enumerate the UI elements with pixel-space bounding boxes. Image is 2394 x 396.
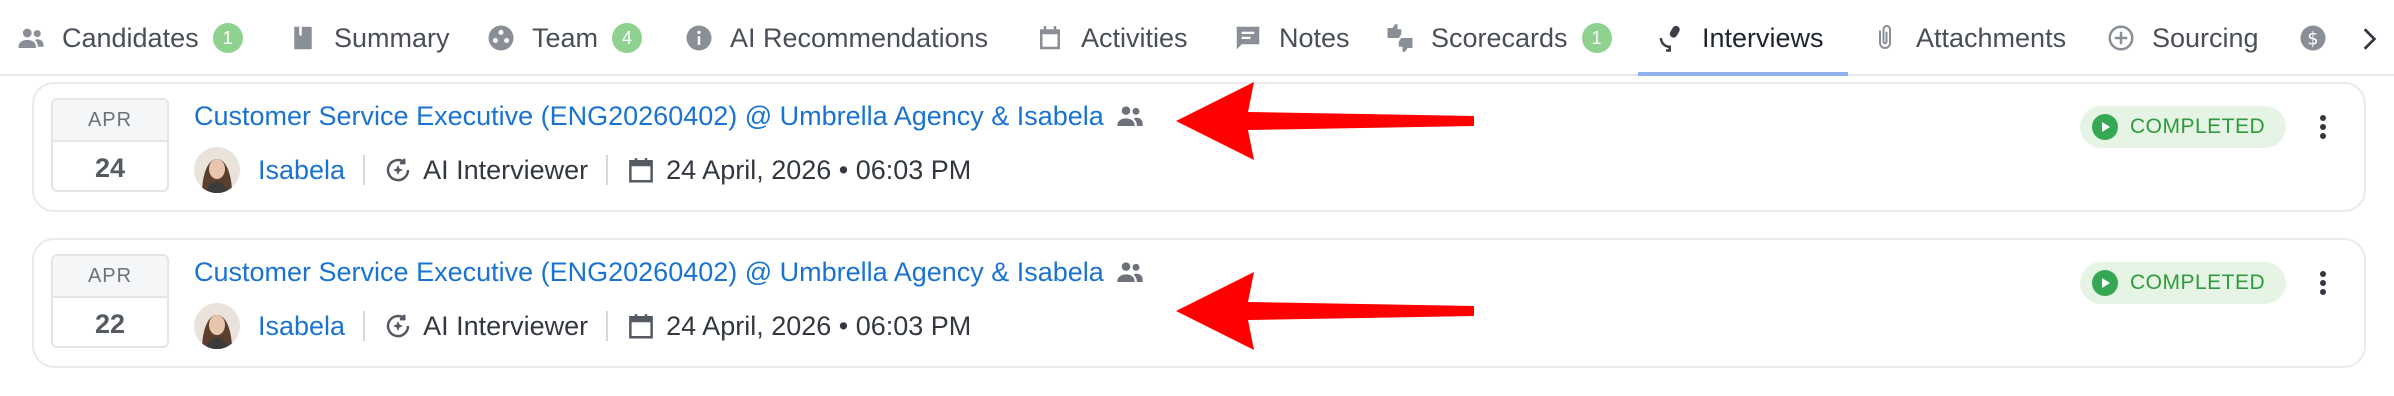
- tab-candidates[interactable]: Candidates 1: [14, 0, 243, 76]
- interview-title: Customer Service Executive (ENG20260402)…: [194, 100, 1104, 131]
- interview-title-link[interactable]: Customer Service Executive (ENG20260402)…: [194, 100, 1146, 132]
- tab-interviews[interactable]: Interviews: [1654, 0, 1824, 76]
- interview-title-link[interactable]: Customer Service Executive (ENG20260402)…: [194, 256, 1146, 288]
- calendar-icon: [626, 155, 656, 185]
- status-label: COMPLETED: [2130, 271, 2266, 294]
- person-link[interactable]: Isabela: [258, 311, 345, 342]
- tab-label: Sourcing: [2152, 22, 2259, 53]
- svg-text:$: $: [2307, 29, 2318, 49]
- paperclip-icon: [1868, 21, 1902, 55]
- divider: [363, 155, 366, 185]
- note-icon: [1231, 21, 1265, 55]
- avatar[interactable]: [194, 147, 240, 193]
- interviewer-label: AI Interviewer: [423, 310, 589, 341]
- tab-label: Attachments: [1916, 22, 2067, 53]
- play-icon: [2092, 270, 2118, 296]
- ai-interviewer-icon: [383, 155, 413, 185]
- kebab-icon: [2320, 271, 2326, 295]
- tab-billing[interactable]: $: [2296, 0, 2344, 76]
- count-badge: 4: [612, 23, 643, 53]
- interview-datetime: 24 April, 2026 • 06:03 PM: [666, 310, 972, 341]
- active-tab-indicator: [1638, 72, 1848, 76]
- book-icon: [286, 21, 320, 55]
- date-month: APR: [53, 100, 167, 142]
- tab-label: AI Recommendations: [730, 22, 989, 53]
- group-icon: [1114, 100, 1146, 132]
- tab-label: Team: [532, 22, 599, 53]
- tab-label: Interviews: [1702, 22, 1824, 53]
- tab-sourcing[interactable]: Sourcing: [2104, 0, 2259, 76]
- date-badge: APR 22: [51, 254, 169, 348]
- group-icon: [1114, 256, 1146, 288]
- ai-interviewer-icon: [383, 311, 413, 341]
- person-link[interactable]: Isabela: [258, 155, 345, 186]
- play-icon: [2092, 114, 2118, 140]
- team-icon: [484, 21, 518, 55]
- add-circle-icon: [2104, 21, 2138, 55]
- tab-label: Summary: [334, 22, 450, 53]
- tab-label: Scorecards: [1431, 22, 1568, 53]
- annotation-arrow: [1176, 272, 1474, 350]
- tab-bar: Candidates 1 Summary Team 4 AI Recommend…: [0, 0, 2394, 76]
- tab-ai-recommendations[interactable]: AI Recommendations: [682, 0, 988, 76]
- date-day: 24: [94, 152, 126, 183]
- divider: [363, 311, 366, 341]
- tab-attachments[interactable]: Attachments: [1868, 0, 2066, 76]
- date-month: APR: [53, 256, 167, 298]
- kebab-icon: [2320, 115, 2326, 139]
- tab-notes[interactable]: Notes: [1231, 0, 1350, 76]
- interviewer-label: AI Interviewer: [423, 154, 589, 185]
- tab-activities[interactable]: Activities: [1033, 0, 1188, 76]
- interview-title: Customer Service Executive (ENG20260402)…: [194, 256, 1104, 287]
- interviews-page: Candidates 1 Summary Team 4 AI Recommend…: [0, 0, 2394, 396]
- date-day: 22: [94, 308, 126, 339]
- people-icon: [14, 21, 48, 55]
- avatar[interactable]: [194, 303, 240, 349]
- tab-scorecards[interactable]: Scorecards 1: [1383, 0, 1612, 76]
- thumbs-icon: [1383, 21, 1417, 55]
- tab-summary[interactable]: Summary: [286, 0, 450, 76]
- tab-scroll-right-button[interactable]: [2352, 22, 2386, 56]
- more-options-button[interactable]: [2306, 110, 2340, 144]
- interview-datetime: 24 April, 2026 • 06:03 PM: [666, 154, 972, 185]
- microphone-icon: [1654, 21, 1688, 55]
- interview-meta: Isabela AI Interviewer 24 April, 2026 • …: [194, 146, 971, 194]
- date-badge: APR 24: [51, 98, 169, 192]
- tab-label: Notes: [1279, 22, 1350, 53]
- more-options-button[interactable]: [2306, 266, 2340, 300]
- chevron-right-icon: [2363, 28, 2377, 50]
- status-badge: COMPLETED: [2080, 106, 2286, 148]
- tab-label: Activities: [1081, 22, 1188, 53]
- annotation-arrow: [1176, 82, 1474, 160]
- divider: [606, 155, 609, 185]
- count-badge: 1: [1581, 23, 1612, 53]
- divider: [606, 311, 609, 341]
- status-label: COMPLETED: [2130, 115, 2266, 138]
- interview-meta: Isabela AI Interviewer 24 April, 2026 • …: [194, 302, 971, 350]
- status-badge: COMPLETED: [2080, 262, 2286, 304]
- calendar-icon: [626, 311, 656, 341]
- dollar-icon: $: [2296, 21, 2330, 55]
- calendar-icon: [1033, 21, 1067, 55]
- count-badge: 1: [212, 23, 243, 53]
- tab-label: Candidates: [62, 22, 199, 53]
- tab-team[interactable]: Team 4: [484, 0, 643, 76]
- info-icon: [682, 21, 716, 55]
